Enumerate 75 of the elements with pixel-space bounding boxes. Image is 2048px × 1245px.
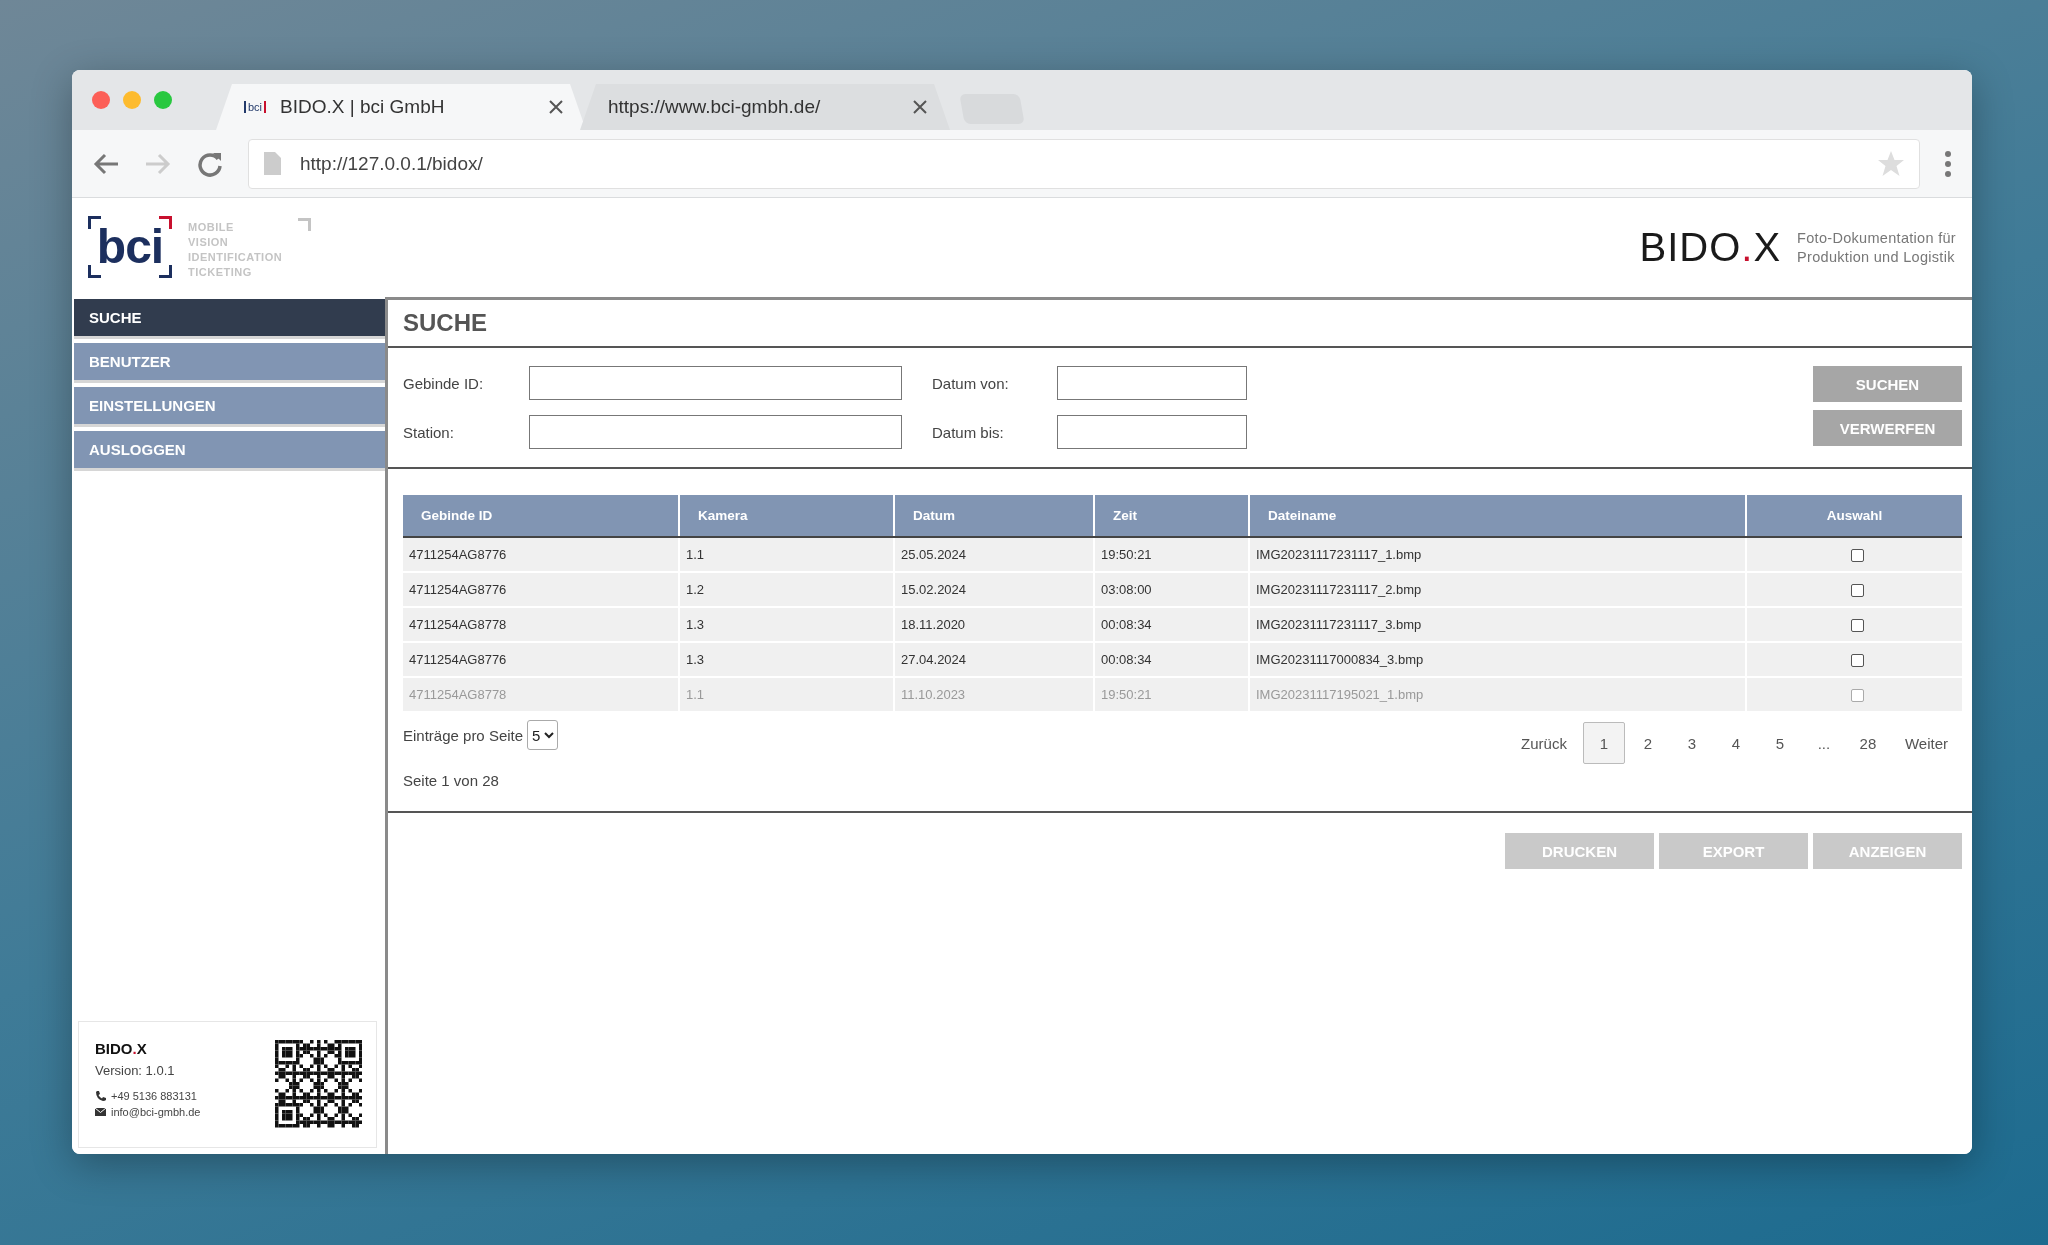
table-cell: 1.1 bbox=[679, 537, 894, 572]
table-cell: 1.3 bbox=[679, 607, 894, 642]
email-address[interactable]: info@bci-gmbh.de bbox=[111, 1106, 201, 1118]
input-field[interactable] bbox=[1057, 366, 1247, 400]
page-link[interactable]: 4 bbox=[1714, 722, 1757, 764]
table-cell: 4711254AG8776 bbox=[403, 642, 679, 677]
table-cell: IMG20231117000834_3.bmp bbox=[1249, 642, 1746, 677]
product-tagline: Produktion und Logistik bbox=[1797, 247, 1956, 267]
phone-number: +49 5136 883131 bbox=[111, 1090, 197, 1102]
page-icon bbox=[263, 151, 282, 176]
table-cell: 15.02.2024 bbox=[894, 572, 1094, 607]
logo-tagline: VISION bbox=[188, 234, 230, 250]
input-field[interactable] bbox=[529, 415, 902, 449]
previous-link[interactable]: Zurück bbox=[1507, 722, 1581, 764]
table-cell: 00:08:34 bbox=[1094, 642, 1249, 677]
table-cell: 00:08:34 bbox=[1094, 607, 1249, 642]
company-logo: bci bbox=[88, 215, 172, 278]
logo-tagline: TICKETING bbox=[188, 264, 253, 280]
next-link[interactable]: Weiter bbox=[1890, 722, 1962, 764]
close-icon[interactable] bbox=[912, 99, 928, 115]
field-label: Datum bis: bbox=[932, 423, 1005, 441]
input-field[interactable] bbox=[1057, 415, 1247, 449]
phone-icon bbox=[95, 1090, 106, 1102]
page-size-select[interactable]: 5 bbox=[527, 720, 559, 750]
table-cell: 25.05.2024 bbox=[894, 537, 1094, 572]
logo-tagline: IDENTIFICATION bbox=[188, 249, 283, 265]
page-link[interactable]: 28 bbox=[1846, 722, 1889, 764]
page-link[interactable]: 1 bbox=[1582, 722, 1625, 764]
table-cell: 4711254AG8778 bbox=[403, 677, 679, 712]
field-label: Station: bbox=[403, 423, 455, 441]
product-tagline: Foto-Dokumentation für bbox=[1797, 228, 1956, 248]
table-cell: IMG20231117195021_1.bmp bbox=[1249, 677, 1746, 712]
window-close-button[interactable] bbox=[92, 91, 110, 109]
table-cell: 03:08:00 bbox=[1094, 572, 1249, 607]
table-cell: 19:50:21 bbox=[1094, 537, 1249, 572]
page-link[interactable]: 2 bbox=[1626, 722, 1669, 764]
star-icon[interactable] bbox=[1877, 150, 1905, 177]
table-cell: 1.2 bbox=[679, 572, 894, 607]
checkbox[interactable] bbox=[1851, 584, 1864, 598]
page-info: Seite 1 von 28 bbox=[402, 771, 500, 791]
version-text: Version: 1.0.1 bbox=[95, 1063, 176, 1078]
menu-icon[interactable] bbox=[1944, 149, 1952, 178]
mail-icon bbox=[95, 1107, 106, 1117]
table-cell: 19:50:21 bbox=[1094, 677, 1249, 712]
table-cell: IMG20231117231117_2.bmp bbox=[1249, 572, 1746, 607]
favicon: bci bbox=[244, 101, 267, 113]
table-cell: 1.1 bbox=[679, 677, 894, 712]
page-link[interactable]: 5 bbox=[1758, 722, 1801, 764]
table-cell: IMG20231117231117_1.bmp bbox=[1249, 537, 1746, 572]
info-title: BIDO.X bbox=[95, 1040, 148, 1057]
field-label: Gebinde ID: bbox=[403, 374, 485, 392]
table-cell: 4711254AG8778 bbox=[403, 607, 679, 642]
field-label: Datum von: bbox=[932, 374, 1010, 392]
logo-tagline: MOBILE bbox=[188, 219, 235, 235]
input-field[interactable] bbox=[529, 366, 902, 400]
close-icon[interactable] bbox=[548, 99, 564, 115]
page-size-label: Einträge pro Seite bbox=[403, 726, 524, 744]
checkbox[interactable] bbox=[1851, 619, 1864, 633]
nav-item[interactable]: SUCHE bbox=[74, 299, 385, 339]
address-bar[interactable]: http://127.0.0.1/bidox/ bbox=[248, 138, 1920, 189]
table-cell: 1.3 bbox=[679, 642, 894, 677]
page-link[interactable]: 3 bbox=[1670, 722, 1713, 764]
table-cell: 11.10.2023 bbox=[894, 677, 1094, 712]
checkbox[interactable] bbox=[1851, 654, 1864, 668]
table-cell: 27.04.2024 bbox=[894, 642, 1094, 677]
table-cell: 4711254AG8776 bbox=[403, 537, 679, 572]
checkbox[interactable] bbox=[1851, 549, 1864, 563]
page-link[interactable]: ... bbox=[1802, 722, 1845, 764]
product-logo: BIDO.X bbox=[1639, 225, 1782, 270]
corner-mark-icon bbox=[298, 217, 312, 231]
browser-tab[interactable]: https://www.bci-gmbh.de/ bbox=[580, 84, 950, 130]
page-title: SUCHE bbox=[388, 300, 1972, 348]
table-cell: 4711254AG8776 bbox=[403, 572, 679, 607]
table-cell: IMG20231117231117_3.bmp bbox=[1249, 607, 1746, 642]
table-cell: 18.11.2020 bbox=[894, 607, 1094, 642]
